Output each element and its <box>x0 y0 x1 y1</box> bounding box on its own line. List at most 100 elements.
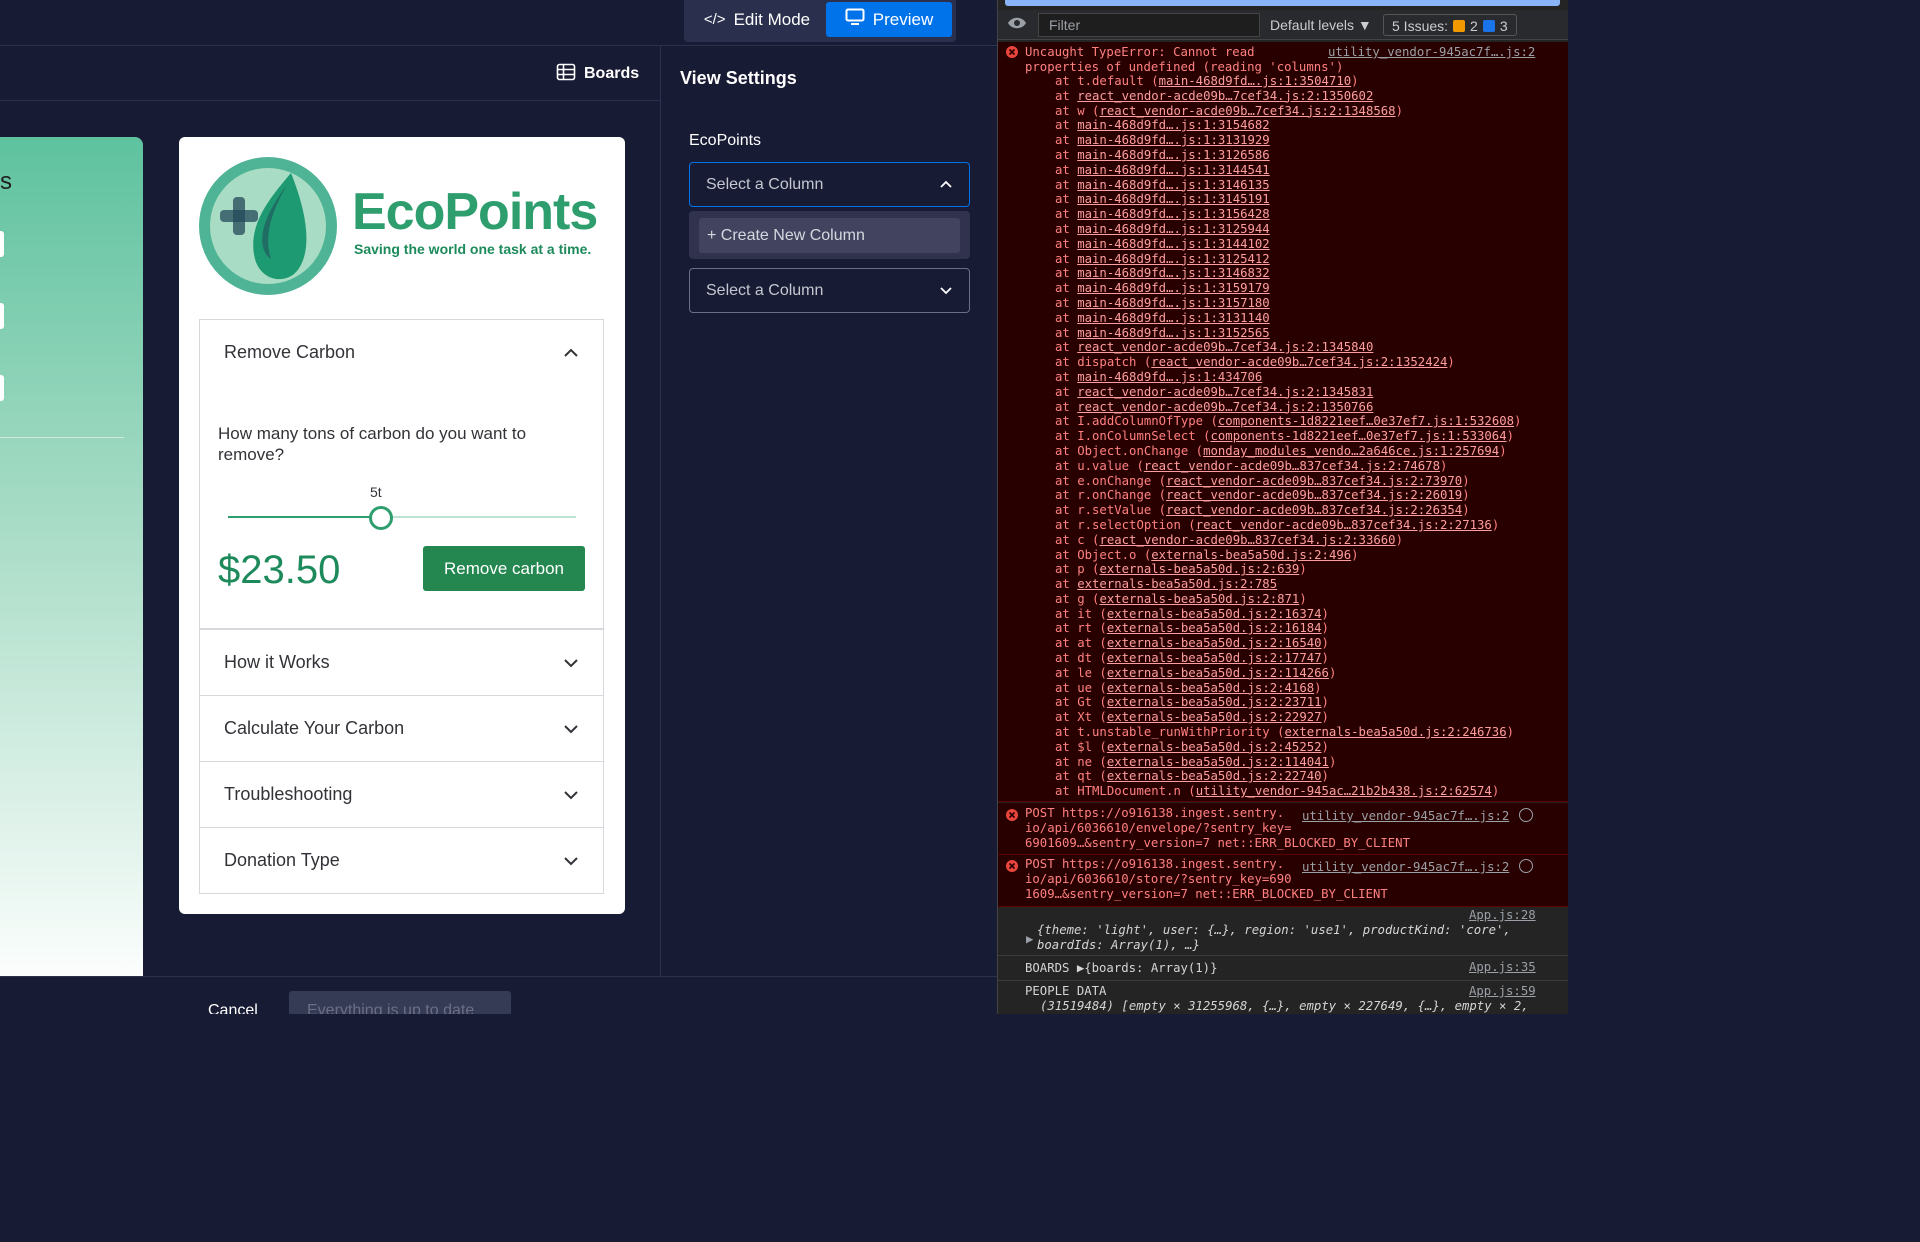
stack-frame[interactable]: at externals-bea5a50d.js:2:785 <box>1055 577 1521 592</box>
accordion-donation-type[interactable]: Donation Type <box>199 827 604 894</box>
stack-frame-link[interactable]: monday_modules_vendo…2a646ce.js:1:257694 <box>1203 444 1499 458</box>
error-message[interactable]: Uncaught TypeError: Cannot read properti… <box>1025 45 1343 75</box>
stack-frame[interactable]: at main-468d9fd….js:1:3131140 <box>1055 311 1521 326</box>
stack-frame-link[interactable]: externals-bea5a50d.js:2:114041 <box>1107 755 1329 769</box>
stack-frame[interactable]: at main-468d9fd….js:1:3146832 <box>1055 266 1521 281</box>
column-select[interactable]: Select a Column <box>689 268 970 313</box>
stack-frame-link[interactable]: components-1d8221eef…0e37ef7.js:1:532608 <box>1218 414 1514 428</box>
stack-frame[interactable]: at main-468d9fd….js:1:3159179 <box>1055 281 1521 296</box>
stack-frame[interactable]: at react_vendor-acde09b…7cef34.js:2:1350… <box>1055 89 1521 104</box>
stack-frame[interactable]: at main-468d9fd….js:1:3144541 <box>1055 163 1521 178</box>
log-message[interactable]: PEOPLE DATA <box>1025 984 1106 999</box>
network-error-message[interactable]: POST https://o916138.ingest.sentry. io/a… <box>1025 857 1388 901</box>
stack-frame[interactable]: at t.unstable_runWithPriority (externals… <box>1055 725 1521 740</box>
cancel-button[interactable]: Cancel <box>208 1002 258 1014</box>
stack-frame-link[interactable]: react_vendor-acde09b…7cef34.js:2:1345840 <box>1077 340 1373 354</box>
log-message[interactable]: BOARDS ▶{boards: Array(1)} <box>1025 961 1218 976</box>
stack-frame[interactable]: at r.onChange (react_vendor-acde09b…837c… <box>1055 488 1521 503</box>
stack-frame[interactable]: at dt (externals-bea5a50d.js:2:17747) <box>1055 651 1521 666</box>
stack-frame-link[interactable]: main-468d9fd….js:1:3125944 <box>1077 222 1270 236</box>
left-tab[interactable] <box>0 303 4 329</box>
stack-frame[interactable]: at rt (externals-bea5a50d.js:2:16184) <box>1055 621 1521 636</box>
stack-frame-link[interactable]: externals-bea5a50d.js:2:17747 <box>1107 651 1322 665</box>
accordion-troubleshooting[interactable]: Troubleshooting <box>199 761 604 828</box>
stack-frame[interactable]: at r.selectOption (react_vendor-acde09b…… <box>1055 518 1521 533</box>
stack-frame-link[interactable]: react_vendor-acde09b…837cef34.js:2:27136 <box>1196 518 1492 532</box>
stack-frame[interactable]: at e.onChange (react_vendor-acde09b…837c… <box>1055 474 1521 489</box>
stack-frame-link[interactable]: react_vendor-acde09b…7cef34.js:2:1348568 <box>1099 104 1395 118</box>
stack-frame-link[interactable]: main-468d9fd….js:1:3159179 <box>1077 281 1270 295</box>
stack-frame[interactable]: at t.default (main-468d9fd….js:1:3504710… <box>1055 74 1521 89</box>
log-source-link[interactable]: App.js:35 <box>1469 960 1536 975</box>
stack-frame[interactable]: at dispatch (react_vendor-acde09b…7cef34… <box>1055 355 1521 370</box>
stack-frame-link[interactable]: externals-bea5a50d.js:2:246736 <box>1285 725 1507 739</box>
stack-frame[interactable]: at HTMLDocument.n (utility_vendor-945ac…… <box>1055 784 1521 799</box>
stack-frame-link[interactable]: main-468d9fd….js:1:3125412 <box>1077 252 1270 266</box>
stack-frame-link[interactable]: externals-bea5a50d.js:2:45252 <box>1107 740 1322 754</box>
stack-frame[interactable]: at w (react_vendor-acde09b…7cef34.js:2:1… <box>1055 104 1521 119</box>
stack-frame-link[interactable]: main-468d9fd….js:1:3154682 <box>1077 118 1270 132</box>
stack-frame[interactable]: at qt (externals-bea5a50d.js:2:22740) <box>1055 769 1521 784</box>
stack-frame[interactable]: at main-468d9fd….js:1:3131929 <box>1055 133 1521 148</box>
stack-frame[interactable]: at r.setValue (react_vendor-acde09b…837c… <box>1055 503 1521 518</box>
stack-frame[interactable]: at main-468d9fd….js:1:3125412 <box>1055 252 1521 267</box>
stack-frame-link[interactable]: main-468d9fd….js:1:3126586 <box>1077 148 1270 162</box>
stack-frame-link[interactable]: externals-bea5a50d.js:2:22927 <box>1107 710 1322 724</box>
stack-frame-link[interactable]: main-468d9fd….js:1:3144102 <box>1077 237 1270 251</box>
stack-frame-link[interactable]: utility_vendor-945ac…21b2b438.js:2:62574 <box>1196 784 1492 798</box>
stack-frame[interactable]: at react_vendor-acde09b…7cef34.js:2:1345… <box>1055 385 1521 400</box>
log-source-link[interactable]: App.js:59 <box>1469 984 1536 999</box>
stack-frame[interactable]: at react_vendor-acde09b…7cef34.js:2:1350… <box>1055 400 1521 415</box>
stack-frame-link[interactable]: externals-bea5a50d.js:2:639 <box>1099 562 1299 576</box>
stack-frame-link[interactable]: react_vendor-acde09b…837cef34.js:2:33660 <box>1099 533 1395 547</box>
stack-frame[interactable]: at main-468d9fd….js:1:3146135 <box>1055 178 1521 193</box>
stack-frame[interactable]: at ue (externals-bea5a50d.js:2:4168) <box>1055 681 1521 696</box>
stack-frame[interactable]: at Object.onChange (monday_modules_vendo… <box>1055 444 1521 459</box>
stack-frame-link[interactable]: externals-bea5a50d.js:2:16374 <box>1107 607 1322 621</box>
stack-frame-link[interactable]: main-468d9fd….js:1:3144541 <box>1077 163 1270 177</box>
stack-frame-link[interactable]: main-468d9fd….js:1:3504710 <box>1159 74 1352 88</box>
stack-frame-link[interactable]: react_vendor-acde09b…837cef34.js:2:26354 <box>1166 503 1462 517</box>
stack-frame-link[interactable]: react_vendor-acde09b…837cef34.js:2:26019 <box>1166 488 1462 502</box>
console-filter-input[interactable]: Filter <box>1038 13 1260 37</box>
error-source-link[interactable]: utility_vendor-945ac7f….js:2 <box>1328 45 1535 60</box>
stack-frame-link[interactable]: main-468d9fd….js:1:3131140 <box>1077 311 1270 325</box>
stack-frame[interactable]: at I.onColumnSelect (components-1d8221ee… <box>1055 429 1521 444</box>
eye-icon[interactable] <box>1007 16 1027 34</box>
log-levels-dropdown[interactable]: Default levels ▼ <box>1270 17 1372 33</box>
stack-frame-link[interactable]: main-468d9fd….js:1:3145191 <box>1077 192 1270 206</box>
stack-frame-link[interactable]: externals-bea5a50d.js:2:16184 <box>1107 621 1322 635</box>
stack-frame-link[interactable]: main-468d9fd….js:1:434706 <box>1077 370 1262 384</box>
stack-frame[interactable]: at $l (externals-bea5a50d.js:2:45252) <box>1055 740 1521 755</box>
stack-frame-link[interactable]: react_vendor-acde09b…7cef34.js:2:1350766 <box>1077 400 1373 414</box>
stack-frame-link[interactable]: react_vendor-acde09b…7cef34.js:2:1352424 <box>1151 355 1447 369</box>
stack-frame[interactable]: at g (externals-bea5a50d.js:2:871) <box>1055 592 1521 607</box>
log-message[interactable]: (31519484) [empty × 31255968, {…}, empty… <box>1040 999 1529 1014</box>
log-message[interactable]: {theme: 'light', user: {…}, region: 'use… <box>1037 923 1557 953</box>
left-tab[interactable] <box>0 231 4 257</box>
accordion-how-it-works[interactable]: How it Works <box>199 629 604 696</box>
accordion-calculate-carbon[interactable]: Calculate Your Carbon <box>199 695 604 762</box>
stack-frame-link[interactable]: externals-bea5a50d.js:2:785 <box>1077 577 1277 591</box>
stack-frame-link[interactable]: react_vendor-acde09b…7cef34.js:2:1350602 <box>1077 89 1373 103</box>
network-info-icon[interactable] <box>1519 808 1533 822</box>
boards-button[interactable]: Boards <box>556 62 639 86</box>
stack-frame-link[interactable]: main-468d9fd….js:1:3157180 <box>1077 296 1270 310</box>
expand-triangle-icon[interactable]: ▶ <box>1026 932 1033 947</box>
stack-frame[interactable]: at at (externals-bea5a50d.js:2:16540) <box>1055 636 1521 651</box>
preview-button[interactable]: Preview <box>826 2 952 37</box>
create-new-column-option[interactable]: + Create New Column <box>699 218 960 253</box>
stack-frame[interactable]: at Object.o (externals-bea5a50d.js:2:496… <box>1055 548 1521 563</box>
error-source-link[interactable]: utility_vendor-945ac7f….js:2 <box>1302 809 1509 824</box>
stack-frame-link[interactable]: externals-bea5a50d.js:2:114266 <box>1107 666 1329 680</box>
stack-frame[interactable]: at ne (externals-bea5a50d.js:2:114041) <box>1055 755 1521 770</box>
stack-frame[interactable]: at I.addColumnOfType (components-1d8221e… <box>1055 414 1521 429</box>
stack-frame[interactable]: at main-468d9fd….js:1:3144102 <box>1055 237 1521 252</box>
network-info-icon[interactable] <box>1519 859 1533 873</box>
save-status-button[interactable]: Everything is up to date <box>289 991 511 1014</box>
stack-frame-link[interactable]: externals-bea5a50d.js:2:16540 <box>1107 636 1322 650</box>
stack-frame-link[interactable]: main-468d9fd….js:1:3146832 <box>1077 266 1270 280</box>
stack-frame[interactable]: at main-468d9fd….js:1:3125944 <box>1055 222 1521 237</box>
stack-frame[interactable]: at c (react_vendor-acde09b…837cef34.js:2… <box>1055 533 1521 548</box>
log-source-link[interactable]: App.js:28 <box>1469 908 1536 923</box>
